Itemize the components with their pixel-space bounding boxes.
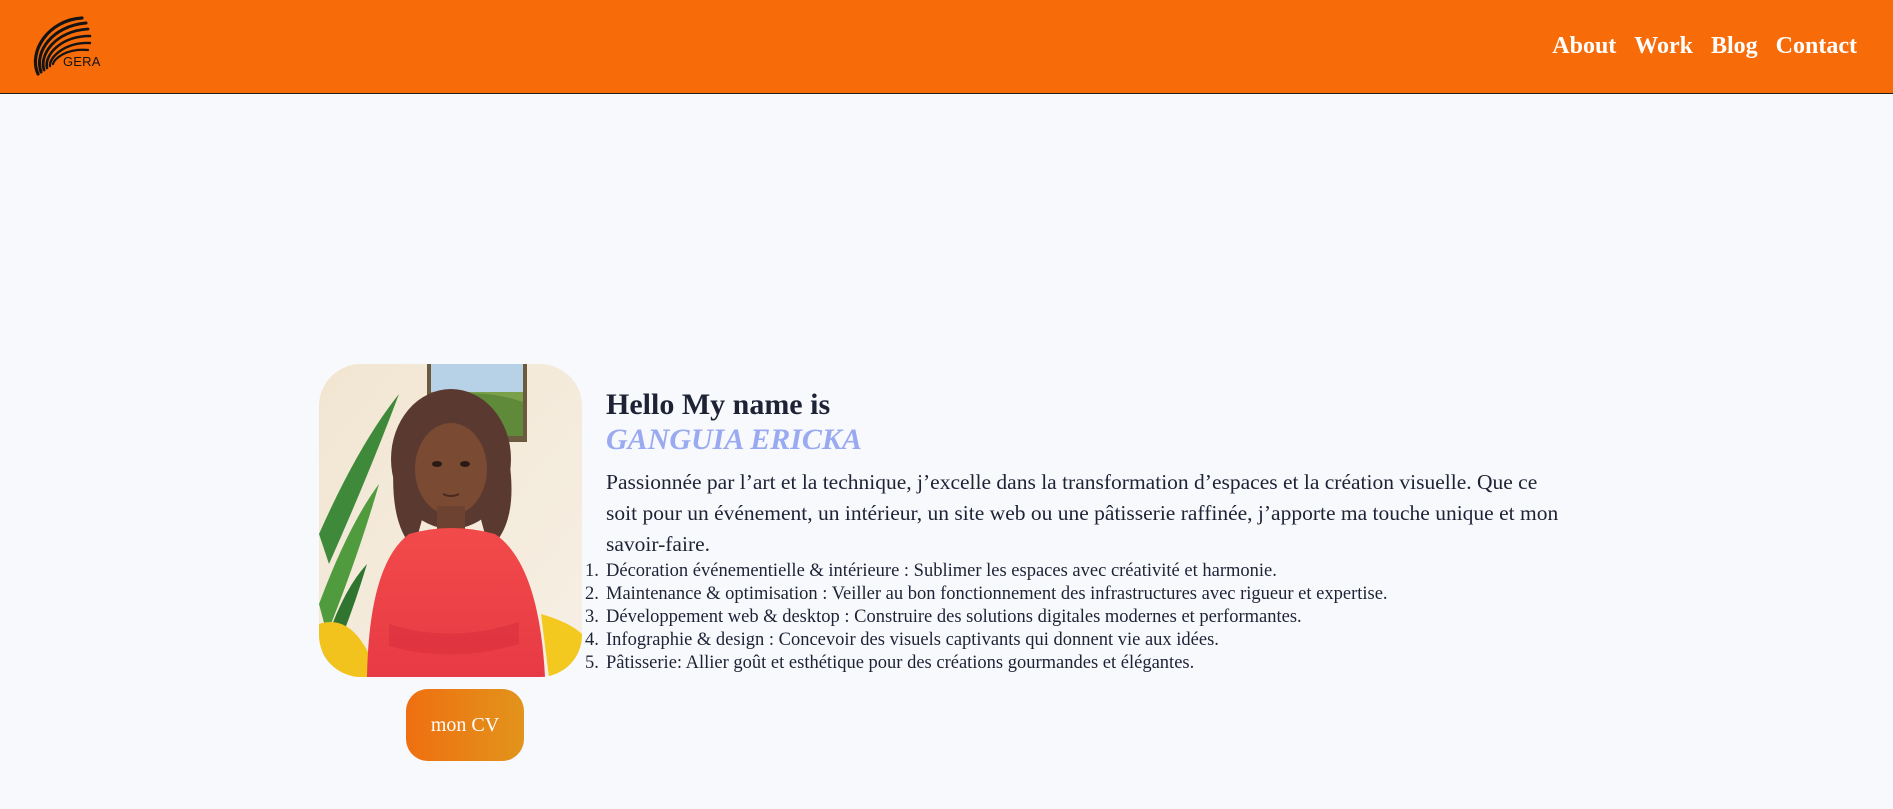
- skill-item: Décoration événementielle & intérieure :…: [585, 560, 1277, 583]
- logo[interactable]: GERA: [30, 12, 106, 80]
- top-navbar: GERA About Work Blog Contact: [0, 0, 1893, 94]
- profile-photo: [319, 364, 582, 677]
- cv-button[interactable]: mon CV: [406, 689, 524, 761]
- skill-item: Développement web & desktop : Construire…: [585, 606, 1302, 629]
- skill-item: Pâtisserie: Allier goût et esthétique po…: [585, 652, 1195, 675]
- person-name: GANGUIA ERICKA: [606, 423, 862, 456]
- greeting-heading: Hello My name is: [606, 388, 831, 421]
- intro-section: Hello My name is GANGUIA ERICKA Passionn…: [585, 387, 1586, 675]
- skill-item: Infographie & design : Concevoir des vis…: [585, 629, 1219, 652]
- logo-text: GERA: [63, 54, 101, 69]
- skill-item: Maintenance & optimisation : Veiller au …: [585, 583, 1388, 606]
- nav-work[interactable]: Work: [1634, 30, 1693, 62]
- nav-contact[interactable]: Contact: [1776, 30, 1857, 62]
- nav-blog[interactable]: Blog: [1711, 30, 1758, 62]
- skills-list: Décoration événementielle & intérieure :…: [585, 560, 1586, 675]
- nav-about[interactable]: About: [1552, 30, 1616, 62]
- main-nav: About Work Blog Contact: [1534, 30, 1857, 62]
- description: Passionnée par l’art et la technique, j’…: [606, 470, 1559, 556]
- swirl-logo-icon: [33, 16, 92, 76]
